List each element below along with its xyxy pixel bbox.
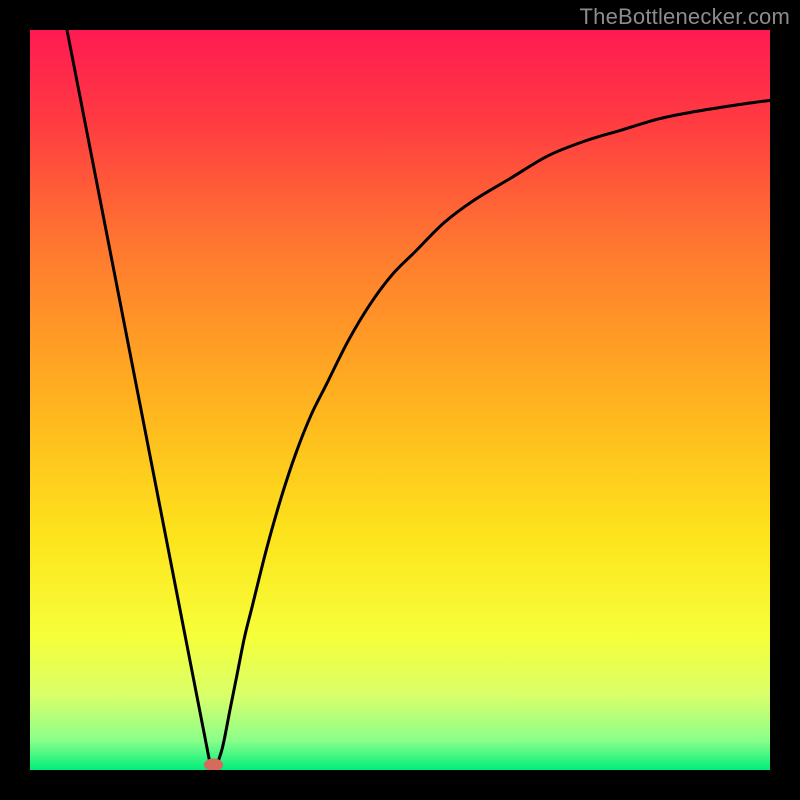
chart-svg: [30, 30, 770, 770]
chart-canvas: TheBottlenecker.com: [0, 0, 800, 800]
watermark-text: TheBottlenecker.com: [580, 4, 790, 30]
gradient-background: [30, 30, 770, 770]
plot-area: [30, 30, 770, 770]
